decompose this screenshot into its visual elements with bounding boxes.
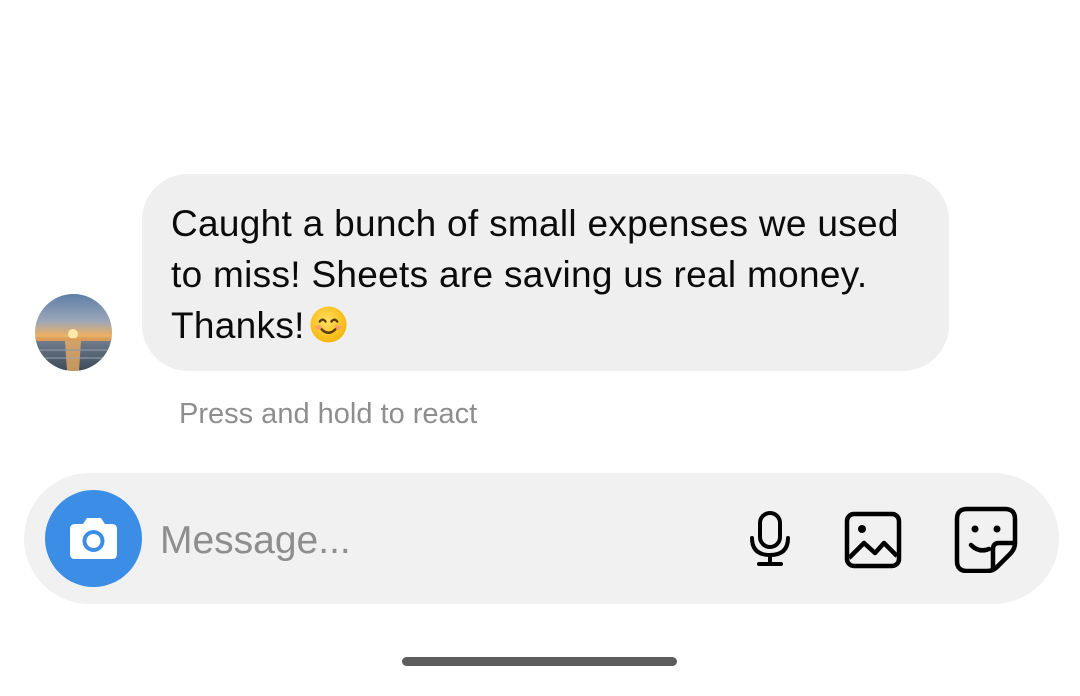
sunset-beach-avatar (35, 294, 112, 371)
message-input[interactable] (160, 513, 720, 569)
image-gallery-icon[interactable] (842, 509, 904, 576)
message-bubble[interactable]: Caught a bunch of small expenses we used… (142, 174, 949, 371)
message-composer (24, 473, 1059, 604)
avatar[interactable] (35, 294, 112, 371)
camera-button[interactable] (45, 490, 142, 587)
message-text: Caught a bunch of small expenses we used… (171, 198, 909, 357)
sticker-icon[interactable] (953, 505, 1019, 578)
react-hint: Press and hold to react (179, 398, 478, 430)
home-indicator[interactable] (402, 657, 677, 666)
smiling-face-emoji-icon (309, 305, 348, 357)
microphone-icon[interactable] (743, 509, 797, 574)
camera-icon (70, 518, 117, 559)
